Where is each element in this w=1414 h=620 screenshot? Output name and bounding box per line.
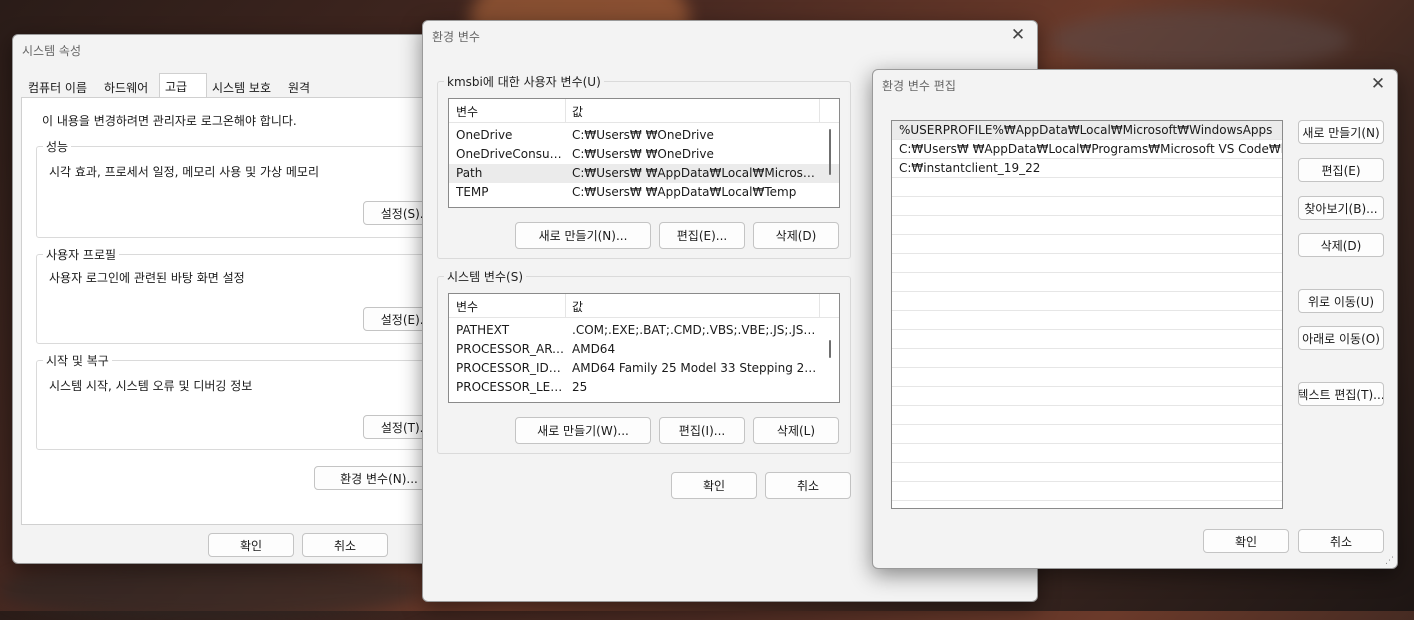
column-divider — [565, 99, 566, 123]
startup-recovery-desc: 시스템 시작, 시스템 오류 및 디버깅 정보 — [49, 379, 253, 393]
close-icon[interactable]: ✕ — [1367, 74, 1389, 96]
table-row[interactable]: OneDrive C:₩Users₩ ₩OneDrive — [449, 126, 839, 145]
admin-note: 이 내용을 변경하려면 관리자로 로그온해야 합니다. — [42, 114, 297, 128]
column-divider — [565, 294, 566, 318]
column-header-value[interactable]: 값 — [572, 298, 583, 315]
list-header: 변수 값 — [449, 294, 839, 318]
user-delete-button[interactable]: 삭제(D) — [753, 222, 839, 249]
list-item-empty[interactable] — [892, 273, 1282, 292]
tab-panel: 이 내용을 변경하려면 관리자로 로그온해야 합니다. 성능 시각 효과, 프로… — [21, 97, 441, 525]
window-title: 환경 변수 — [432, 30, 480, 44]
user-profile-group: 사용자 프로필 사용자 로그인에 관련된 바탕 화면 설정 설정(E)... — [36, 246, 441, 344]
tab-system-protection[interactable]: 시스템 보호 — [207, 75, 276, 97]
edit-environment-variable-window: 환경 변수 편집 ✕ %USERPROFILE%₩AppData₩Local₩M… — [872, 69, 1398, 569]
performance-label: 성능 — [43, 138, 72, 155]
column-divider — [819, 99, 820, 123]
list-item-empty[interactable] — [892, 178, 1282, 197]
tab-remote[interactable]: 원격 — [283, 75, 315, 97]
list-item-empty[interactable] — [892, 444, 1282, 463]
startup-recovery-group: 시작 및 복구 시스템 시작, 시스템 오류 및 디버깅 정보 설정(T)... — [36, 352, 441, 450]
delete-entry-button[interactable]: 삭제(D) — [1298, 233, 1384, 257]
list-item-empty[interactable] — [892, 425, 1282, 444]
column-divider — [819, 294, 820, 318]
user-variables-label: kmsbi에 대한 사용자 변수(U) — [444, 73, 604, 90]
title-bar: 환경 변수 편집 ✕ — [873, 70, 1397, 100]
list-item-empty[interactable] — [892, 197, 1282, 216]
system-variables-group: 시스템 변수(S) 변수 값 PATHEXT .COM;.EXE;.BAT;.CM… — [437, 268, 851, 454]
scrollbar[interactable] — [829, 340, 831, 358]
cancel-button[interactable]: 취소 — [765, 472, 851, 499]
list-item[interactable]: C:₩Users₩ ₩AppData₩Local₩Programs₩Micros… — [892, 140, 1282, 159]
list-item-selected[interactable]: %USERPROFILE%₩AppData₩Local₩Microsoft₩Wi… — [892, 121, 1282, 140]
wallpaper-blob — [1050, 10, 1350, 70]
list-item-empty[interactable] — [892, 349, 1282, 368]
system-properties-window: 시스템 속성 컴퓨터 이름 하드웨어 고급 시스템 보호 원격 이 내용을 변경… — [12, 34, 442, 564]
column-header-variable[interactable]: 변수 — [456, 298, 478, 315]
title-bar: 환경 변수 ✕ — [423, 21, 1037, 51]
table-row[interactable]: PROCESSOR_LEVEL 25 — [449, 378, 839, 397]
user-profile-desc: 사용자 로그인에 관련된 바탕 화면 설정 — [49, 271, 245, 285]
list-item-empty[interactable] — [892, 482, 1282, 501]
user-edit-button[interactable]: 편집(E)... — [659, 222, 745, 249]
list-item-empty[interactable] — [892, 368, 1282, 387]
list-item-empty[interactable] — [892, 463, 1282, 482]
path-entries-list[interactable]: %USERPROFILE%₩AppData₩Local₩Microsoft₩Wi… — [891, 120, 1283, 509]
system-edit-button[interactable]: 편집(I)... — [659, 417, 745, 444]
browse-button[interactable]: 찾아보기(B)... — [1298, 196, 1384, 220]
performance-group: 성능 시각 효과, 프로세서 일정, 메모리 사용 및 가상 메모리 설정(S)… — [36, 138, 441, 238]
list-item-empty[interactable] — [892, 254, 1282, 273]
system-new-button[interactable]: 새로 만들기(W)... — [515, 417, 651, 444]
system-variables-list[interactable]: 변수 값 PATHEXT .COM;.EXE;.BAT;.CMD;.VBS;.VB… — [448, 293, 840, 403]
performance-desc: 시각 효과, 프로세서 일정, 메모리 사용 및 가상 메모리 — [49, 165, 319, 179]
cancel-button[interactable]: 취소 — [1298, 529, 1384, 553]
close-icon[interactable]: ✕ — [1007, 25, 1029, 47]
edit-text-button[interactable]: 텍스트 편집(T)... — [1298, 382, 1384, 406]
tab-advanced[interactable]: 고급 — [159, 73, 207, 99]
table-row[interactable]: PATHEXT .COM;.EXE;.BAT;.CMD;.VBS;.VBE;.JS… — [449, 321, 839, 340]
path-entries: %USERPROFILE%₩AppData₩Local₩Microsoft₩Wi… — [892, 121, 1282, 501]
window-title: 환경 변수 편집 — [882, 79, 956, 93]
move-up-button[interactable]: 위로 이동(U) — [1298, 289, 1384, 313]
edit-entry-button[interactable]: 편집(E) — [1298, 158, 1384, 182]
list-item[interactable]: C:₩instantclient_19_22 — [892, 159, 1282, 178]
new-entry-button[interactable]: 새로 만들기(N) — [1298, 120, 1384, 144]
user-new-button[interactable]: 새로 만들기(N)... — [515, 222, 651, 249]
table-row[interactable]: OneDriveConsumer C:₩Users₩ ₩OneDrive — [449, 145, 839, 164]
system-variables-label: 시스템 변수(S) — [444, 268, 526, 285]
resize-grip-icon[interactable]: ⋰ — [1385, 556, 1394, 566]
scrollbar[interactable] — [829, 129, 831, 175]
list-item-empty[interactable] — [892, 311, 1282, 330]
ok-button[interactable]: 확인 — [671, 472, 757, 499]
ok-button[interactable]: 확인 — [1203, 529, 1289, 553]
column-header-variable[interactable]: 변수 — [456, 103, 478, 120]
column-header-value[interactable]: 값 — [572, 103, 583, 120]
table-row[interactable]: PROCESSOR_IDEN... AMD64 Family 25 Model 3… — [449, 359, 839, 378]
system-delete-button[interactable]: 삭제(L) — [753, 417, 839, 444]
user-variables-list[interactable]: 변수 값 OneDrive C:₩Users₩ ₩OneDrive OneDriv… — [448, 98, 840, 208]
list-header: 변수 값 — [449, 99, 839, 123]
tab-strip: 컴퓨터 이름 하드웨어 고급 시스템 보호 원격 — [21, 35, 441, 99]
user-profile-label: 사용자 프로필 — [43, 246, 120, 263]
table-row[interactable]: TEMP C:₩Users₩ ₩AppData₩Local₩Temp — [449, 183, 839, 202]
list-item-empty[interactable] — [892, 292, 1282, 311]
cancel-button[interactable]: 취소 — [302, 533, 388, 557]
move-down-button[interactable]: 아래로 이동(O) — [1298, 326, 1384, 350]
table-row[interactable]: PROCESSOR_ARC... AMD64 — [449, 340, 839, 359]
list-item-empty[interactable] — [892, 387, 1282, 406]
list-item-empty[interactable] — [892, 406, 1282, 425]
user-variables-group: kmsbi에 대한 사용자 변수(U) 변수 값 OneDrive C:₩User… — [437, 73, 851, 259]
tab-computer-name[interactable]: 컴퓨터 이름 — [23, 75, 92, 97]
list-item-empty[interactable] — [892, 235, 1282, 254]
list-item-empty[interactable] — [892, 216, 1282, 235]
wallpaper-blob — [0, 560, 420, 620]
tab-hardware[interactable]: 하드웨어 — [99, 75, 153, 97]
list-item-empty[interactable] — [892, 330, 1282, 349]
startup-recovery-label: 시작 및 복구 — [43, 352, 112, 369]
ok-button[interactable]: 확인 — [208, 533, 294, 557]
table-row-selected[interactable]: Path C:₩Users₩ ₩AppData₩Local₩Microso... — [449, 164, 839, 183]
